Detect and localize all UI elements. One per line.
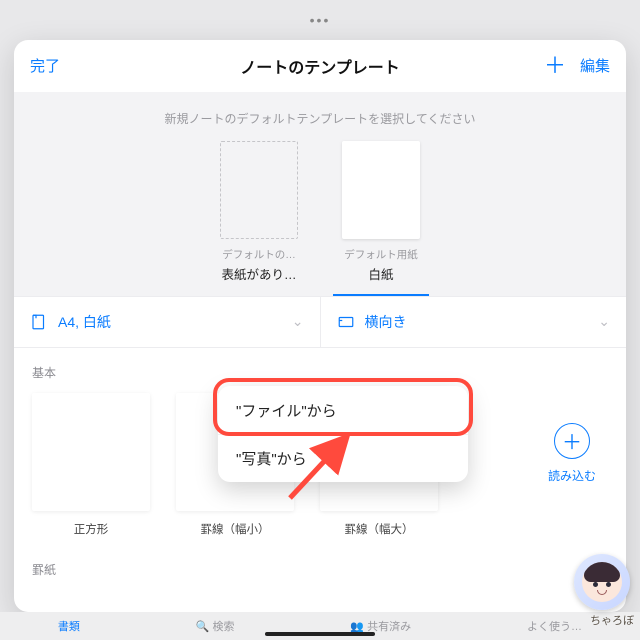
default-paper-sub: デフォルト用紙 bbox=[333, 247, 429, 262]
modal-nav: 完了 ノートのテンプレート ＋ 編集 bbox=[14, 40, 626, 92]
import-label: 読み込む bbox=[548, 467, 596, 484]
tab-search[interactable]: 🔍 検索 bbox=[196, 618, 235, 634]
orientation-icon bbox=[337, 313, 355, 331]
done-button[interactable]: 完了 bbox=[30, 55, 60, 76]
selectors-row: A4, 白紙 ⌄ 横向き ⌄ bbox=[14, 296, 626, 348]
default-cover-sub: デフォルトの… bbox=[211, 247, 307, 262]
tile-label: 罫線（幅小） bbox=[176, 521, 294, 537]
edit-button[interactable]: 編集 bbox=[580, 55, 610, 76]
cover-thumb-empty bbox=[220, 141, 298, 239]
popup-from-files[interactable]: "ファイル"から bbox=[218, 386, 468, 434]
template-tile-square[interactable]: 正方形 bbox=[32, 393, 150, 537]
instruction-text: 新規ノートのデフォルトテンプレートを選択してください bbox=[14, 110, 626, 127]
default-paper-main: 白紙 bbox=[333, 264, 429, 283]
default-paper-option[interactable]: デフォルト用紙 白紙 bbox=[333, 141, 429, 296]
tile-label: 正方形 bbox=[32, 521, 150, 537]
avatar-watermark bbox=[574, 554, 630, 610]
paper-thumb bbox=[342, 141, 420, 239]
paper-size-label: A4, 白紙 bbox=[58, 312, 111, 332]
popup-from-photos[interactable]: "写真"から bbox=[218, 434, 468, 482]
import-source-popup: "ファイル"から "写真"から bbox=[218, 386, 468, 482]
defaults-section: 新規ノートのデフォルトテンプレートを選択してください デフォルトの… 表紙があり… bbox=[14, 92, 626, 296]
home-indicator bbox=[265, 632, 375, 636]
orientation-label: 横向き bbox=[365, 312, 407, 332]
template-modal: 完了 ノートのテンプレート ＋ 編集 新規ノートのデフォルトテンプレートを選択し… bbox=[14, 40, 626, 612]
orientation-selector[interactable]: 横向き ⌄ bbox=[320, 297, 627, 347]
import-column: ＋ 読み込む bbox=[536, 423, 608, 484]
default-cover-option[interactable]: デフォルトの… 表紙があり… bbox=[211, 141, 307, 296]
import-button[interactable]: ＋ bbox=[554, 423, 590, 459]
section-ruled-label: 罫紙 bbox=[14, 537, 626, 590]
default-cover-main: 表紙があり… bbox=[211, 264, 307, 283]
tile-thumb bbox=[32, 393, 150, 511]
tab-favorites[interactable]: よく使う… bbox=[527, 618, 582, 634]
drag-dots-icon: ••• bbox=[310, 12, 331, 28]
chevron-down-icon: ⌄ bbox=[598, 313, 610, 330]
chevron-down-icon: ⌄ bbox=[292, 313, 304, 330]
watermark-text: ちゃろぼ bbox=[590, 612, 634, 628]
plus-icon: ＋ bbox=[562, 426, 582, 455]
tab-documents[interactable]: 書類 bbox=[58, 618, 80, 634]
modal-title: ノートのテンプレート bbox=[14, 54, 626, 78]
tile-label: 罫線（幅大） bbox=[320, 521, 438, 537]
paper-size-selector[interactable]: A4, 白紙 ⌄ bbox=[14, 297, 320, 347]
paper-size-icon bbox=[30, 313, 48, 331]
add-button[interactable]: ＋ bbox=[544, 55, 566, 77]
